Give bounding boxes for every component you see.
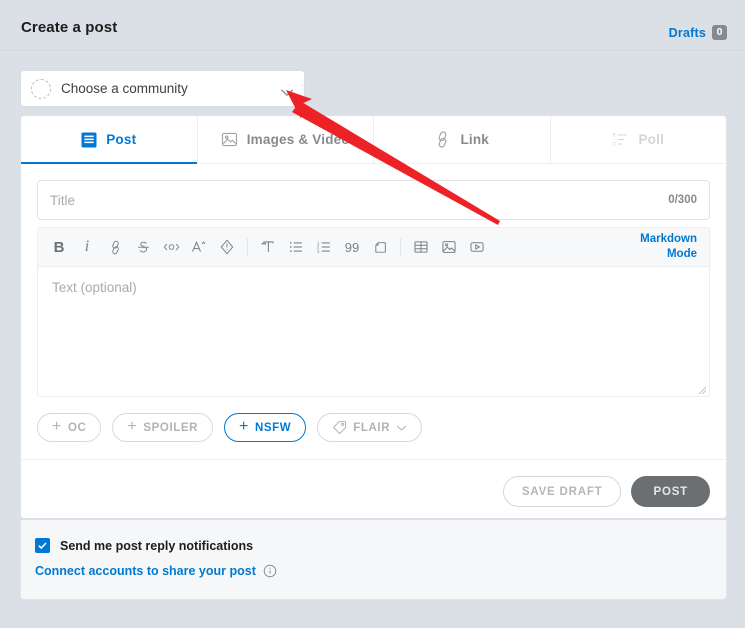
image-icon (221, 131, 238, 148)
title-placeholder: Title (50, 192, 76, 208)
title-input[interactable]: Title 0/300 (37, 180, 710, 220)
tag-button-oc-label: OC (67, 421, 87, 434)
tab-link[interactable]: Link (374, 116, 551, 163)
markdown-mode-toggle[interactable]: Markdown Mode (627, 232, 697, 262)
resize-handle[interactable] (695, 382, 707, 395)
plus-icon: + (239, 417, 249, 435)
tag-button-oc[interactable]: + OC (37, 413, 102, 442)
superscript-icon[interactable] (185, 233, 213, 261)
tag-button-flair-label: FLAIR (353, 421, 391, 434)
tab-images-video-label: Images & Video (246, 132, 350, 147)
composer-tabs: Post Images & Video Link Poll (21, 116, 726, 164)
post-body-textarea[interactable]: Text (optional) (37, 267, 710, 397)
strikethrough-icon[interactable] (129, 233, 157, 261)
tag-button-nsfw[interactable]: + NSFW (224, 413, 307, 442)
heading-icon[interactable] (254, 233, 282, 261)
post-icon (81, 132, 97, 148)
page-header: Create a post Drafts 0 (0, 0, 745, 51)
post-body-placeholder: Text (optional) (52, 280, 137, 295)
poll-icon (612, 131, 629, 148)
tag-button-nsfw-label: NSFW (255, 421, 292, 434)
link-icon (434, 131, 451, 148)
tab-post-label: Post (106, 132, 137, 147)
code-block-icon[interactable] (366, 233, 394, 261)
plus-icon: + (127, 417, 138, 435)
community-placeholder: Choose a community (61, 81, 188, 96)
toolbar-separator (247, 237, 248, 257)
drafts-count-badge: 0 (712, 25, 727, 40)
save-draft-button[interactable]: SAVE DRAFT (502, 476, 622, 507)
post-composer-card: Post Images & Video Link Poll Title 0/30… (20, 115, 727, 519)
post-tag-row: + OC + SPOILER + NSFW FLAIR (37, 413, 710, 442)
inline-code-icon[interactable] (157, 233, 185, 261)
tab-post[interactable]: Post (21, 116, 198, 164)
bulleted-list-icon[interactable] (282, 233, 310, 261)
tab-poll-label: Poll (638, 132, 665, 147)
post-button[interactable]: POST (631, 476, 710, 507)
create-post-page: Create a post Drafts 0 Choose a communit… (0, 0, 745, 628)
chevron-down-icon (396, 424, 407, 432)
quote-icon[interactable]: 99 (338, 233, 366, 261)
page-title: Create a post (21, 19, 118, 36)
info-icon[interactable] (263, 564, 277, 578)
drafts-label: Drafts (668, 25, 706, 40)
composer-divider (21, 459, 726, 460)
title-char-counter: 0/300 (668, 194, 697, 206)
bold-icon[interactable]: B (45, 233, 73, 261)
tag-button-spoiler[interactable]: + SPOILER (112, 413, 214, 442)
svg-text:3: 3 (317, 249, 320, 254)
notify-row: Send me post reply notifications (21, 520, 726, 553)
community-selector[interactable]: Choose a community (20, 70, 305, 107)
tab-images-video[interactable]: Images & Video (198, 116, 374, 163)
composer-action-row: SAVE DRAFT POST (37, 476, 710, 507)
tag-button-spoiler-label: SPOILER (143, 421, 199, 434)
add-image-icon[interactable] (435, 233, 463, 261)
link-icon[interactable] (101, 233, 129, 261)
italic-icon[interactable]: i (73, 233, 101, 261)
tag-icon (332, 420, 347, 435)
tag-button-flair[interactable]: FLAIR (317, 413, 423, 442)
notify-label: Send me post reply notifications (60, 538, 254, 553)
markdown-toolbar: B i 1 2 3 99 Markdown Mode (37, 227, 710, 267)
spoiler-icon[interactable] (213, 233, 241, 261)
toolbar-separator (400, 237, 401, 257)
connect-accounts-link[interactable]: Connect accounts to share your post (35, 564, 256, 578)
notify-checkbox[interactable] (35, 538, 50, 553)
drafts-button[interactable]: Drafts 0 (669, 25, 727, 40)
composer-body: Title 0/300 B i 1 2 3 99 Markdown Mode T… (21, 164, 726, 507)
chevron-down-icon[interactable] (280, 84, 294, 96)
connect-accounts-row: Connect accounts to share your post (21, 553, 726, 578)
post-options-footer: Send me post reply notifications Connect… (20, 520, 727, 600)
table-icon[interactable] (407, 233, 435, 261)
add-video-icon[interactable] (463, 233, 491, 261)
tab-link-label: Link (460, 132, 490, 147)
dashed-circle-icon (31, 78, 51, 99)
tab-poll: Poll (551, 116, 727, 163)
plus-icon: + (52, 417, 62, 435)
numbered-list-icon[interactable]: 1 2 3 (310, 233, 338, 261)
